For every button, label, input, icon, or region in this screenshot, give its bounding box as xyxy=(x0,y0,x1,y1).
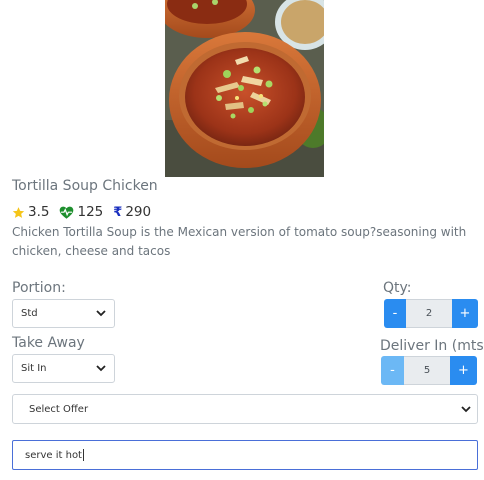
service-type-label: Take Away xyxy=(12,335,85,351)
chevron-down-icon xyxy=(96,310,106,317)
chevron-down-icon xyxy=(461,405,471,413)
portion-selected-value: Std xyxy=(21,308,38,319)
service-selected-value: Sit In xyxy=(21,363,47,374)
text-caret xyxy=(82,449,84,461)
deliver-in-input[interactable]: 5 xyxy=(404,356,450,385)
dish-stats: 3.5 125 ₹ 290 xyxy=(12,204,161,220)
portion-select[interactable]: Std xyxy=(12,299,115,328)
deliver-decrement-button[interactable]: - xyxy=(381,356,404,385)
special-instructions-text: serve it hot xyxy=(25,449,82,461)
qty-stepper: - 2 + xyxy=(384,299,478,328)
deliver-in-stepper: - 5 + xyxy=(381,356,477,385)
food-image xyxy=(165,0,324,177)
deliver-increment-button[interactable]: + xyxy=(450,356,477,385)
offer-selected-value: Select Offer xyxy=(29,403,89,415)
heartbeat-icon xyxy=(59,206,74,219)
dish-title: Tortilla Soup Chicken xyxy=(12,178,158,194)
rupee-icon: ₹ xyxy=(113,204,123,220)
qty-decrement-button[interactable]: - xyxy=(384,299,406,328)
portion-label: Portion: xyxy=(12,280,66,296)
special-instructions-input[interactable]: serve it hot xyxy=(12,440,478,470)
star-icon xyxy=(12,206,25,219)
price-value: 290 xyxy=(125,204,152,220)
qty-increment-button[interactable]: + xyxy=(452,299,478,328)
qty-label: Qty: xyxy=(383,280,412,296)
offer-select[interactable]: Select Offer xyxy=(12,394,478,424)
qty-input[interactable]: 2 xyxy=(406,299,452,328)
deliver-in-label: Deliver In (mts) xyxy=(380,338,484,354)
health-score-value: 125 xyxy=(77,204,104,220)
dish-description: Chicken Tortilla Soup is the Mexican ver… xyxy=(12,225,467,258)
service-type-select[interactable]: Sit In xyxy=(12,354,115,383)
rating-value: 3.5 xyxy=(28,204,50,220)
chevron-down-icon xyxy=(96,365,106,372)
